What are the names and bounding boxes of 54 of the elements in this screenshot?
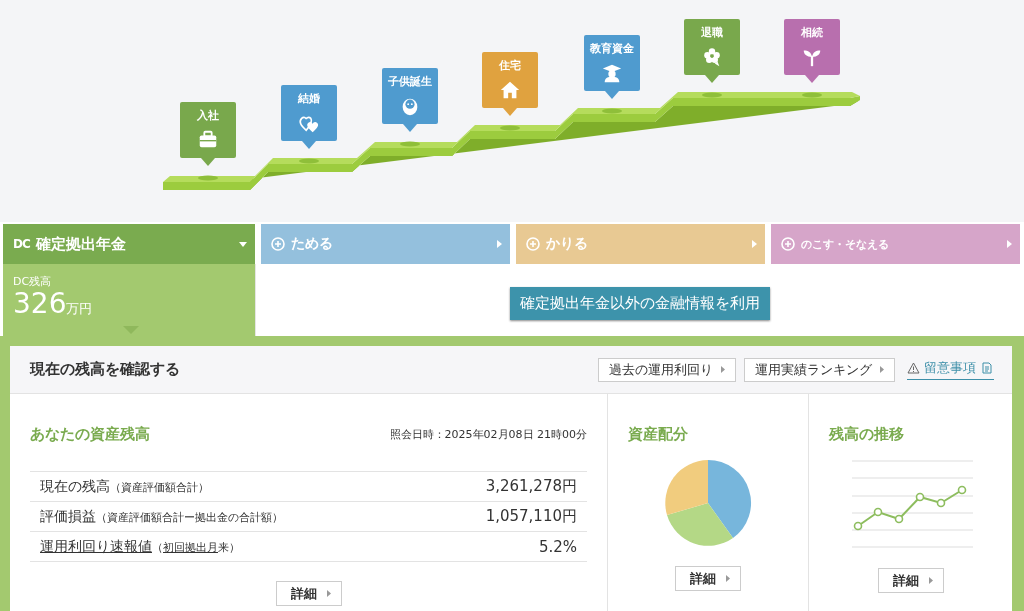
row-label: 運用利回り速報値（初回拠出月来） <box>30 531 422 562</box>
life-event-marker[interactable]: 子供誕生 <box>382 68 438 124</box>
other-info-button[interactable]: 確定拠出年金以外の金融情報を利用 <box>510 286 770 320</box>
marker-pointer <box>403 124 417 132</box>
notice-link[interactable]: 留意事項 <box>907 359 994 380</box>
tab-icon <box>271 237 285 251</box>
panel-title: 現在の残高を確認する <box>30 360 181 379</box>
panel-button[interactable]: 過去の運用利回り <box>598 357 736 382</box>
section-title: 残高の推移 <box>829 424 904 444</box>
caret-right-icon <box>326 590 331 597</box>
caret-right-icon <box>497 240 502 248</box>
graduate-icon <box>601 62 623 84</box>
category-tab[interactable]: ためる <box>261 224 510 264</box>
tab-icon <box>526 237 540 251</box>
marker-pointer <box>302 141 316 149</box>
row-label: 評価損益（資産評価額合計ー拠出金の合計額） <box>30 501 422 532</box>
life-event-marker[interactable]: 住宅 <box>482 52 538 108</box>
life-event-marker[interactable]: 入社 <box>180 102 236 158</box>
caret-right-icon <box>1007 240 1012 248</box>
row-value: 1,057,110円 <box>421 501 587 532</box>
marker-pointer <box>503 108 517 116</box>
tab-icon <box>781 237 795 251</box>
life-event-marker[interactable]: 退職 <box>684 19 740 75</box>
section-title: あなたの資産残高 <box>30 424 150 444</box>
detail-button[interactable]: 詳細 <box>675 566 741 591</box>
category-tab[interactable]: DC 確定拠出年金 <box>3 224 255 264</box>
category-tab[interactable]: かりる <box>516 224 765 264</box>
caret-right-icon <box>880 366 884 373</box>
section-title: 資産配分 <box>628 424 688 444</box>
marker-pointer <box>605 91 619 99</box>
life-event-marker[interactable]: 相続 <box>784 19 840 75</box>
balance-summary: DC残高 326万円 <box>3 264 255 336</box>
detail-button[interactable]: 詳細 <box>877 568 944 593</box>
document-icon <box>980 362 994 374</box>
house-icon <box>499 79 521 101</box>
marker-pointer <box>705 75 719 83</box>
category-tab[interactable]: のこす・そなえる <box>771 224 1020 264</box>
caret-right-icon <box>752 240 757 248</box>
panel-button[interactable]: 運用実績ランキング <box>744 357 895 382</box>
marker-pointer <box>201 158 215 166</box>
flower-icon <box>701 46 723 68</box>
life-event-marker[interactable]: 教育資金 <box>584 35 640 91</box>
detail-button[interactable]: 詳細 <box>275 581 342 606</box>
as-of-time: 照会日時：2025年02月08日 21時00分 <box>389 426 587 442</box>
caret-down-icon <box>239 241 247 247</box>
caret-right-icon <box>928 577 933 584</box>
life-event-marker[interactable]: 結婚 <box>281 85 337 141</box>
warning-icon <box>907 362 920 374</box>
row-value: 5.2% <box>421 531 587 562</box>
row-value: 3,261,278円 <box>421 471 587 502</box>
marker-pointer <box>805 75 819 83</box>
row-label: 現在の残高（資産評価額合計） <box>30 471 422 502</box>
caret-right-icon <box>721 366 725 373</box>
caret-right-icon <box>726 575 730 582</box>
